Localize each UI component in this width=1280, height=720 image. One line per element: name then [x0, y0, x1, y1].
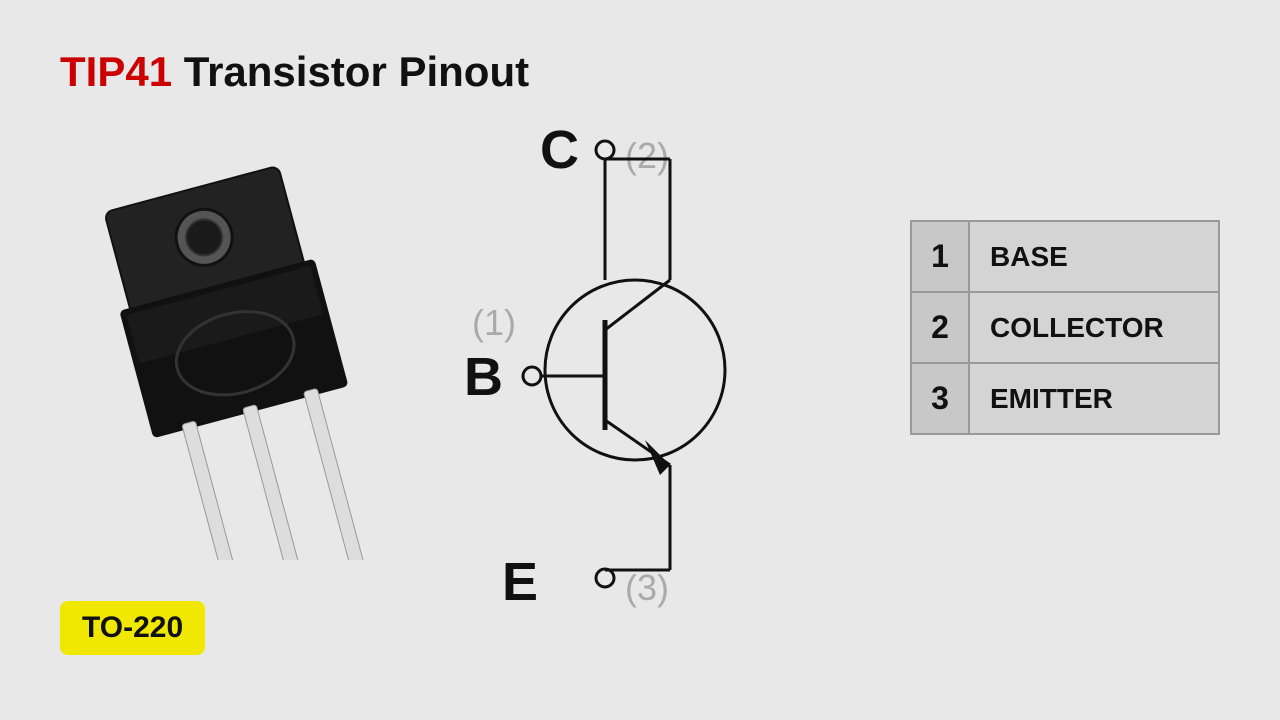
svg-text:E: E: [502, 552, 538, 610]
package-badge: TO-220: [60, 601, 205, 655]
title-area: TIP41 Transistor Pinout: [60, 48, 529, 96]
pin-name: EMITTER: [969, 363, 1219, 434]
page-title: TIP41 Transistor Pinout: [60, 48, 529, 96]
pin-table: 1BASE2COLLECTOR3EMITTER: [910, 220, 1220, 435]
page: TIP41 Transistor Pinout: [0, 0, 1280, 720]
table-row: 3EMITTER: [911, 363, 1219, 434]
pin-number: 2: [911, 292, 969, 363]
svg-text:B: B: [464, 347, 503, 407]
svg-text:(1): (1): [472, 302, 516, 343]
svg-text:(3): (3): [625, 567, 669, 608]
svg-text:C: C: [540, 120, 579, 180]
schematic-diagram: C (2) B (1): [450, 110, 830, 615]
pin-name: COLLECTOR: [969, 292, 1219, 363]
title-part1: TIP41: [60, 48, 172, 95]
table-row: 2COLLECTOR: [911, 292, 1219, 363]
transistor-illustration: 1 2 3: [60, 130, 440, 565]
transistor-svg: 1 2 3: [60, 130, 440, 560]
table-row: 1BASE: [911, 221, 1219, 292]
pin-number: 1: [911, 221, 969, 292]
package-label: TO-220: [82, 611, 183, 644]
pin-name: BASE: [969, 221, 1219, 292]
schematic-svg: C (2) B (1): [450, 110, 830, 610]
pin-number: 3: [911, 363, 969, 434]
title-part2: Transistor Pinout: [172, 48, 529, 95]
svg-text:(2): (2): [625, 135, 669, 176]
